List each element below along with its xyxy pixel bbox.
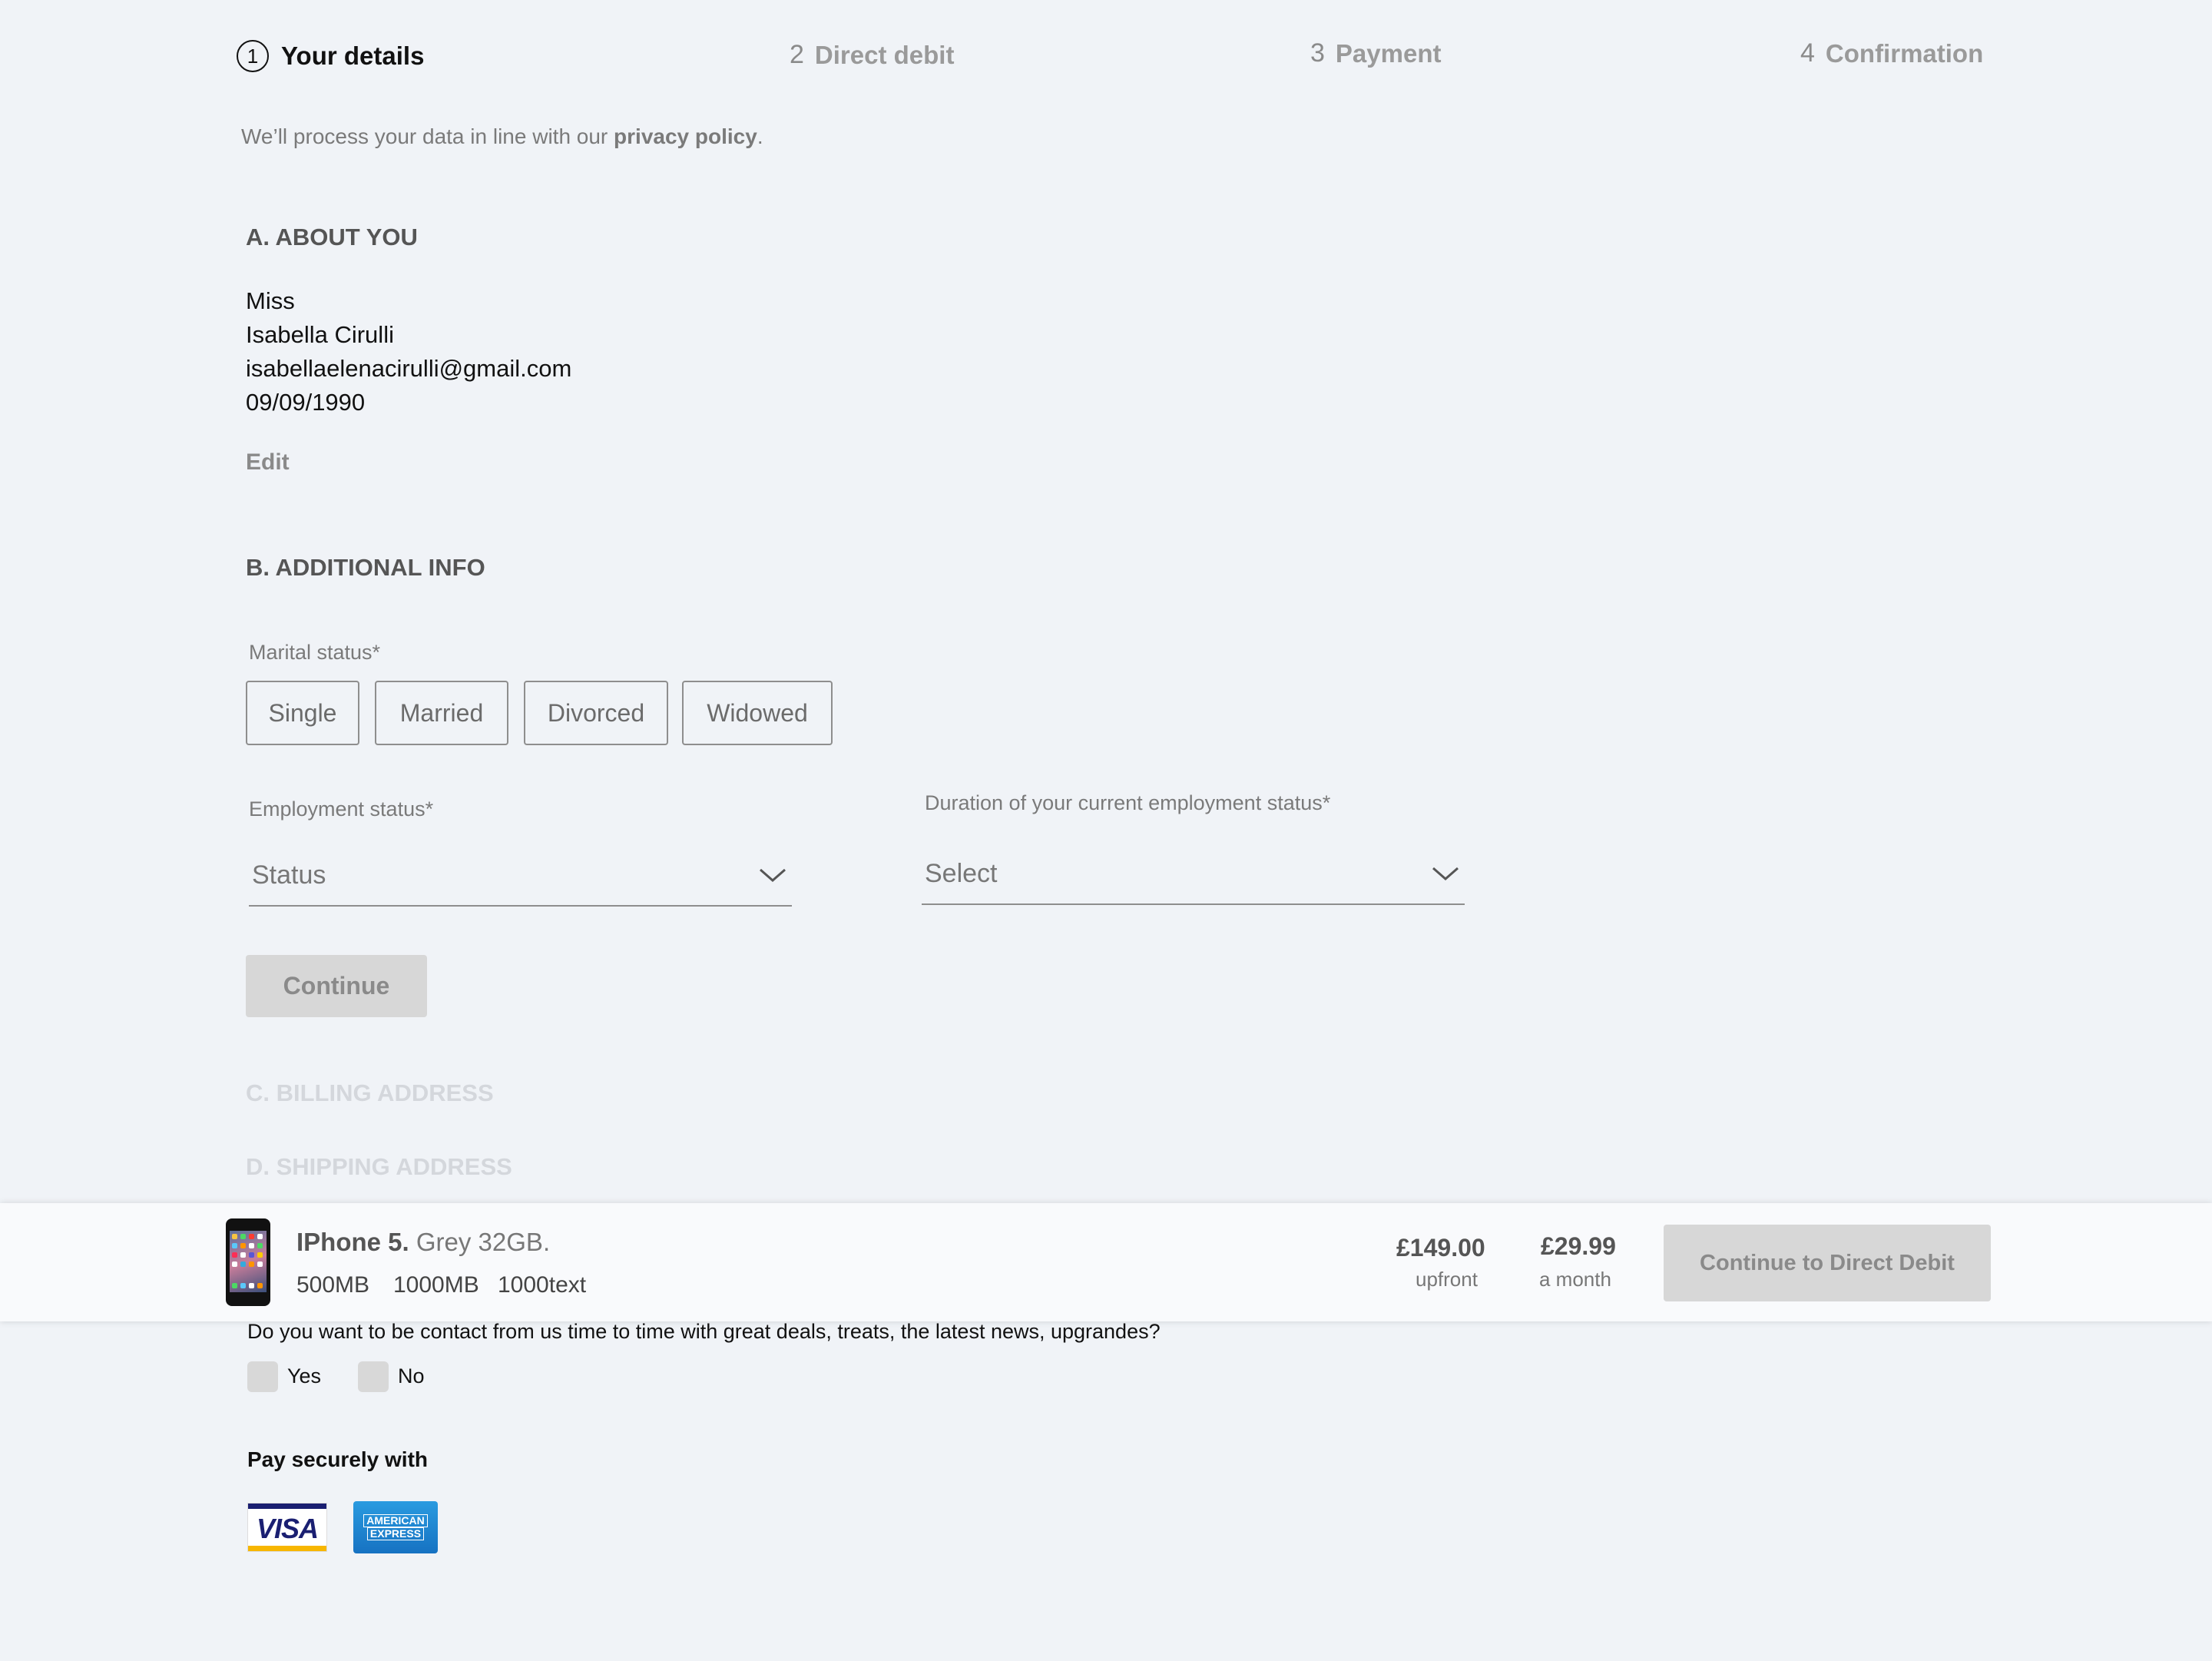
- marketing-no-checkbox[interactable]: [358, 1361, 389, 1392]
- step-number: 3: [1310, 38, 1325, 68]
- step-confirmation[interactable]: 4 Confirmation: [1800, 38, 1983, 68]
- privacy-prefix: We’ll process your data in line with our: [241, 124, 614, 148]
- chevron-down-icon: [1432, 867, 1459, 880]
- section-shipping-address-title: D. SHIPPING ADDRESS: [246, 1153, 512, 1180]
- marital-option-widowed[interactable]: Widowed: [682, 681, 833, 745]
- edit-details-link[interactable]: Edit: [246, 449, 290, 476]
- marketing-question: Do you want to be contact from us time t…: [247, 1320, 1161, 1343]
- step-payment[interactable]: 3 Payment: [1310, 38, 1441, 68]
- detail-name: Isabella Cirulli: [246, 321, 394, 348]
- step-label: Direct debit: [814, 40, 955, 69]
- product-name: IPhone 5.: [296, 1228, 409, 1256]
- privacy-notice: We’ll process your data in line with our…: [241, 124, 763, 149]
- employment-status-label: Employment status*: [249, 797, 434, 821]
- upfront-price: £149.00: [1396, 1234, 1485, 1261]
- continue-button[interactable]: Continue: [246, 955, 427, 1017]
- step-number: 4: [1800, 38, 1815, 68]
- phone-thumbnail: [226, 1218, 270, 1306]
- step-number-circle: 1: [237, 40, 269, 72]
- employment-status-value: Status: [252, 860, 326, 890]
- step-label: Payment: [1335, 38, 1442, 68]
- marital-option-married[interactable]: Married: [375, 681, 508, 745]
- section-about-you-title: A. ABOUT YOU: [246, 224, 418, 250]
- product-title: IPhone 5. Grey 32GB.: [296, 1228, 550, 1257]
- allowance-data: 500MB: [296, 1272, 370, 1298]
- step-direct-debit[interactable]: 2 Direct debit: [790, 40, 954, 70]
- step-your-details[interactable]: 1 Your details: [237, 40, 424, 72]
- employment-status-select[interactable]: Status: [249, 845, 792, 907]
- marital-option-divorced[interactable]: Divorced: [524, 681, 668, 745]
- detail-title: Miss: [246, 287, 295, 314]
- amex-logo: AMERICAN EXPRESS: [353, 1501, 438, 1553]
- marital-option-single[interactable]: Single: [246, 681, 359, 745]
- step-label: Your details: [281, 41, 425, 70]
- section-billing-address-title: C. BILLING ADDRESS: [246, 1079, 494, 1106]
- pay-securely-title: Pay securely with: [247, 1447, 429, 1471]
- marital-status-label: Marital status*: [249, 641, 381, 664]
- upfront-label: upfront: [1416, 1268, 1478, 1291]
- marketing-yes-checkbox[interactable]: [247, 1361, 278, 1392]
- continue-to-direct-debit-button[interactable]: Continue to Direct Debit: [1664, 1225, 1991, 1301]
- step-label: Confirmation: [1825, 38, 1984, 68]
- step-number: 2: [790, 40, 804, 69]
- detail-email: isabellaelenacirulli@gmail.com: [246, 355, 572, 382]
- privacy-suffix: .: [757, 124, 763, 148]
- visa-logo: VISA: [247, 1503, 327, 1552]
- employment-duration-label: Duration of your current employment stat…: [925, 791, 1331, 814]
- employment-duration-select[interactable]: Select: [922, 844, 1465, 905]
- detail-dob: 09/09/1990: [246, 389, 366, 416]
- marketing-yes-label: Yes: [287, 1364, 322, 1387]
- monthly-label: a month: [1539, 1268, 1611, 1291]
- section-additional-info-title: B. ADDITIONAL INFO: [246, 554, 485, 581]
- monthly-price: £29.99: [1541, 1232, 1616, 1260]
- chevron-down-icon: [760, 868, 786, 882]
- allowance-minutes: 1000MB: [393, 1272, 479, 1298]
- privacy-policy-link[interactable]: privacy policy: [614, 124, 757, 148]
- marketing-no-label: No: [398, 1364, 425, 1387]
- allowance-texts: 1000text: [498, 1272, 587, 1298]
- employment-duration-value: Select: [925, 858, 998, 888]
- product-variant: Grey 32GB.: [416, 1228, 551, 1256]
